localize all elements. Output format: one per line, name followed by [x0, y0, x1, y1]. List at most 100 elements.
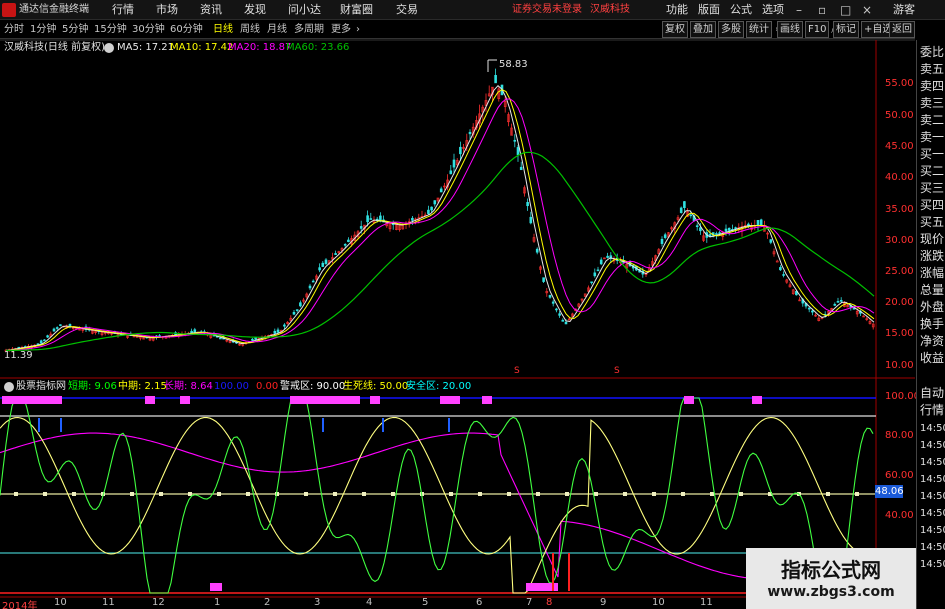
- candle-body: [759, 219, 763, 226]
- chart-canvas[interactable]: [0, 0, 945, 609]
- candle-body: [295, 309, 299, 311]
- candle-body: [359, 226, 363, 229]
- signal-block: [180, 396, 190, 404]
- current-value-badge: 48.06: [875, 485, 904, 498]
- life-death-dot: [72, 492, 76, 496]
- candle-body: [308, 285, 312, 289]
- life-death-dot: [623, 492, 627, 496]
- price-tick-15: 15.00: [885, 328, 914, 339]
- side-time-3: 14:50: [920, 457, 945, 468]
- indicator-settings-icon[interactable]: [4, 382, 14, 392]
- date-tick-12: 12: [152, 597, 165, 608]
- side-change-pct: 涨幅: [920, 266, 945, 280]
- life-death-dot: [739, 492, 743, 496]
- side-commission-ratio: 委比: [920, 45, 945, 59]
- side-bid5: 买五: [920, 215, 945, 229]
- candle-body: [718, 232, 721, 234]
- ma10-line: [5, 89, 875, 351]
- side-time-7: 14:50: [920, 525, 945, 536]
- life-death-dot: [565, 492, 569, 496]
- ind-tick-80: 80.00: [885, 430, 914, 441]
- candle-body: [596, 269, 600, 272]
- candle-body: [43, 339, 46, 342]
- candle-body: [756, 220, 760, 226]
- side-quotes[interactable]: 行情: [920, 402, 945, 418]
- signal-block: [752, 396, 762, 404]
- life-death-dot: [391, 492, 395, 496]
- candle-body: [734, 227, 737, 229]
- candle-body: [663, 234, 667, 238]
- life-death-dot: [246, 492, 250, 496]
- price-tick-25: 25.00: [885, 266, 914, 277]
- indicator-name: 股票指标网: [16, 381, 66, 392]
- candle-body: [606, 255, 609, 258]
- candle-body: [833, 303, 837, 306]
- candle-body: [782, 274, 785, 276]
- candle-body: [251, 338, 254, 341]
- indicator-warning: 警戒区: 90.00: [280, 381, 346, 392]
- ma60-line: [6, 151, 875, 352]
- life-death-dot: [362, 492, 366, 496]
- date-tick-year: 2014年: [2, 601, 38, 609]
- side-time-4: 14:50: [920, 474, 945, 485]
- candle-body: [292, 312, 296, 315]
- candle-body: [769, 239, 773, 243]
- candle-body: [535, 248, 539, 253]
- life-death-dot: [130, 492, 134, 496]
- side-ask3: 卖三: [920, 96, 945, 110]
- signal-block: [145, 396, 155, 404]
- date-tick-11: 11: [102, 597, 115, 608]
- candle-body: [526, 202, 529, 207]
- candle-body: [55, 327, 59, 329]
- side-auto[interactable]: 自动: [920, 385, 945, 401]
- life-death-dot: [333, 492, 337, 496]
- ma20-line: [5, 98, 875, 351]
- life-death-dot: [159, 492, 163, 496]
- life-death-dot: [43, 492, 47, 496]
- candle-body: [593, 272, 597, 277]
- candle-body: [599, 259, 603, 265]
- signal-block: [482, 396, 492, 404]
- indicator-0: 0.00: [256, 381, 279, 392]
- signal-block: [210, 583, 222, 591]
- side-time-6: 14:50: [920, 508, 945, 519]
- candle-body: [724, 228, 728, 232]
- candle-body: [39, 340, 43, 344]
- date-tick-2: 2: [264, 597, 271, 608]
- watermark-url: www.zbgs3.com: [767, 584, 895, 600]
- candle-body: [190, 330, 193, 334]
- price-tick-10: 10.00: [885, 360, 914, 371]
- life-death-dot: [536, 492, 540, 496]
- candle-body: [52, 328, 56, 332]
- side-time-2: 14:50: [920, 440, 945, 451]
- date-tick-9: 9: [600, 597, 607, 608]
- ma-lines: [5, 84, 875, 352]
- candle-body: [548, 295, 552, 298]
- side-time-5: 14:50: [920, 491, 945, 502]
- date-tick-4: 4: [366, 597, 373, 608]
- date-tick-10: 10: [54, 597, 67, 608]
- life-death-dot: [304, 492, 308, 496]
- signal-block: [2, 396, 62, 404]
- date-tick-6: 6: [476, 597, 483, 608]
- side-change: 涨跌: [920, 249, 945, 263]
- side-bid1: 买一: [920, 147, 945, 161]
- price-tick-40: 40.00: [885, 172, 914, 183]
- indicator-long: 长期: 8.64: [164, 381, 213, 392]
- candle-body: [519, 166, 523, 171]
- candle-body: [430, 206, 433, 211]
- signal-bar: [38, 418, 40, 432]
- signal-marker-s1: S: [514, 366, 520, 376]
- candle-body: [299, 302, 302, 307]
- candle-body: [411, 217, 414, 221]
- candle-body: [699, 227, 702, 232]
- price-tick-30: 30.00: [885, 235, 914, 246]
- candle-body: [46, 335, 49, 338]
- candle-body: [59, 324, 62, 326]
- candle-body: [529, 216, 533, 224]
- date-tick-8: 8: [546, 597, 553, 608]
- side-earnings: 收益: [920, 351, 945, 365]
- candle-body: [779, 267, 782, 271]
- candle-body: [311, 280, 315, 283]
- watermark-title: 指标公式网: [781, 558, 881, 582]
